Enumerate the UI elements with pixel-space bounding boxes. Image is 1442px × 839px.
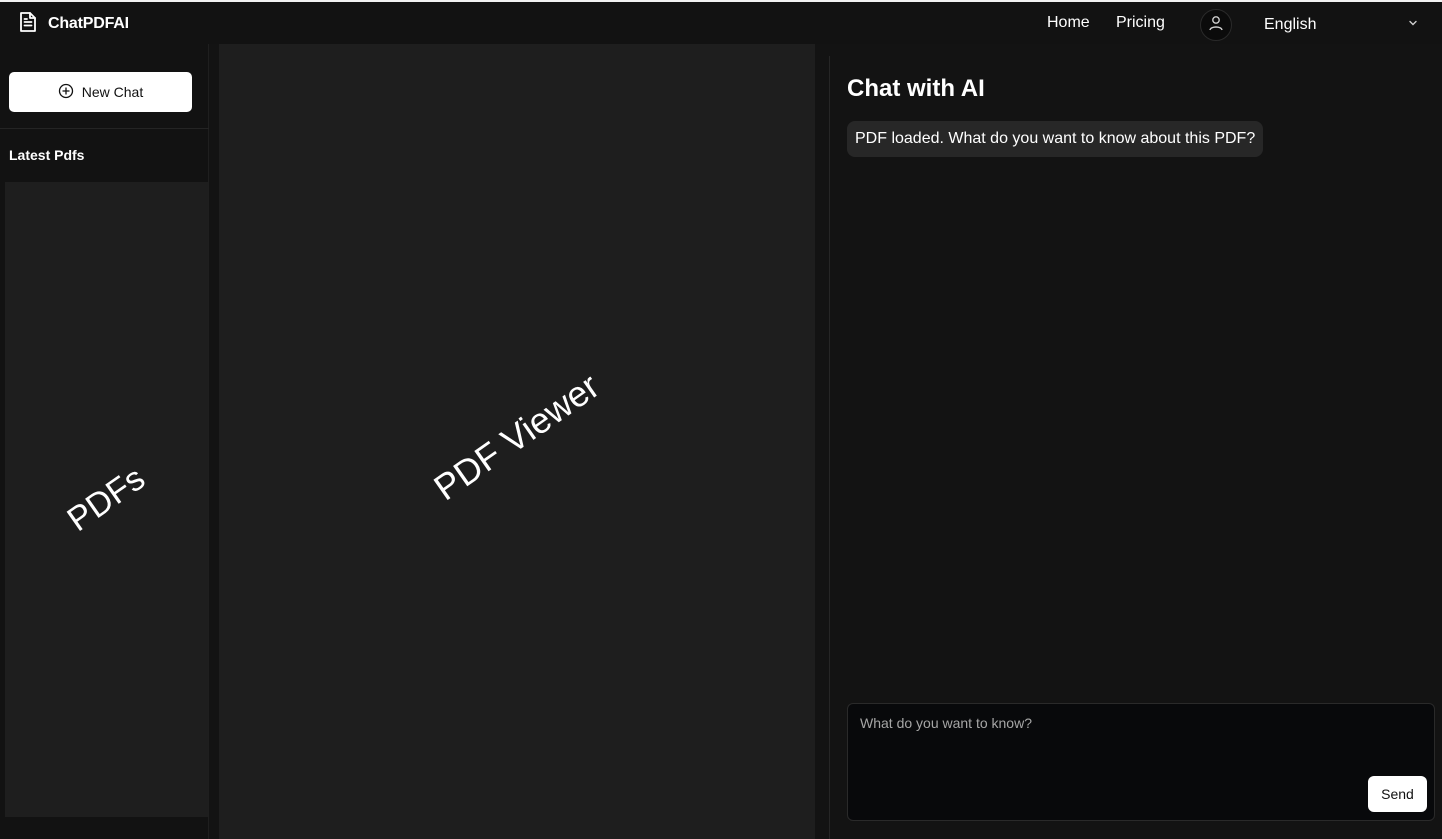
language-select[interactable]: English [1264, 12, 1424, 38]
nav-home[interactable]: Home [1047, 14, 1090, 32]
user-icon [1207, 14, 1225, 37]
chat-composer: Send [847, 703, 1435, 821]
chat-panel: Chat with AI PDF loaded. What do you wan… [829, 56, 1442, 839]
chevron-down-icon [1407, 16, 1424, 34]
brand[interactable]: ChatPDFAI [18, 11, 129, 38]
brand-name: ChatPDFAI [48, 15, 129, 32]
pdf-list[interactable]: PDFs [5, 182, 208, 817]
chat-input[interactable] [848, 704, 1434, 820]
pdf-list-placeholder: PDFs [60, 459, 152, 540]
document-icon [18, 11, 38, 38]
avatar[interactable] [1200, 9, 1232, 41]
chat-title: Chat with AI [847, 75, 985, 102]
plus-circle-icon [58, 83, 74, 102]
latest-pdfs-heading: Latest Pdfs [9, 147, 85, 163]
assistant-message: PDF loaded. What do you want to know abo… [847, 121, 1264, 157]
pdf-viewer-placeholder: PDF Viewer [426, 364, 607, 508]
new-chat-button[interactable]: New Chat [9, 72, 192, 112]
top-bar: ChatPDFAI Home Pricing English [0, 0, 1442, 44]
sidebar: New Chat Latest Pdfs PDFs [0, 44, 209, 839]
language-selected: English [1264, 16, 1317, 33]
new-chat-label: New Chat [81, 84, 144, 100]
nav-pricing[interactable]: Pricing [1116, 14, 1165, 32]
sidebar-divider [0, 128, 209, 129]
send-button[interactable]: Send [1368, 776, 1427, 812]
pdf-viewer[interactable]: PDF Viewer [219, 44, 815, 839]
